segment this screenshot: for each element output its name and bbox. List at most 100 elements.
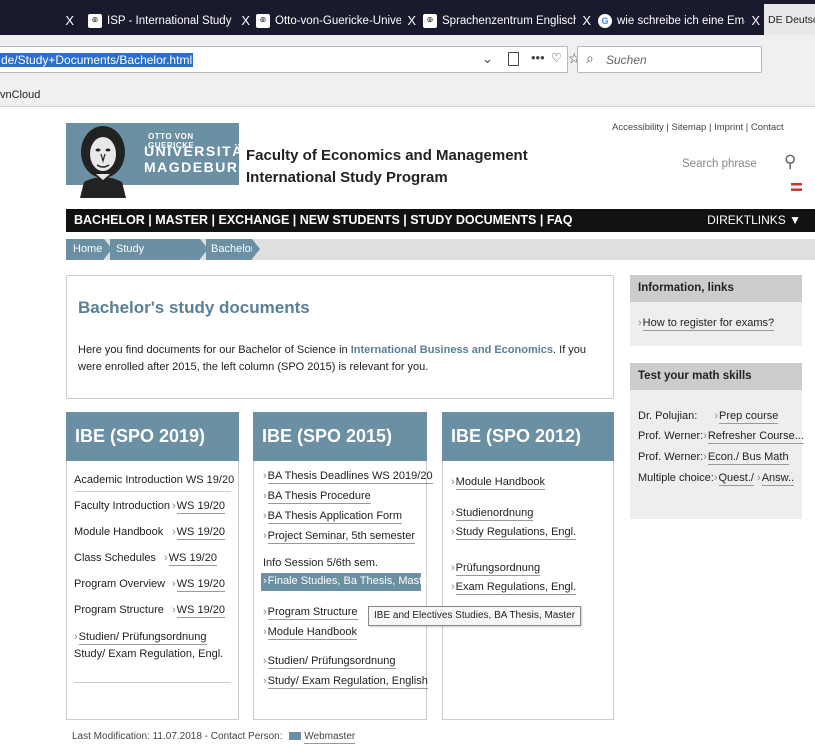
url-bar[interactable]: de/Study+Documents/Bachelor.html ⌄ ••• ♡… — [0, 46, 581, 73]
breadcrumb-bachelor[interactable]: Bachelor — [206, 239, 254, 260]
url-text[interactable]: de/Study+Documents/Bachelor.html — [0, 53, 194, 67]
university-favicon-icon: ⌾ — [256, 13, 270, 28]
doc-link[interactable]: ›Studien/ Prüfungsordnung — [263, 655, 396, 669]
column-spo-2015: IBE (SPO 2015) ›BA Thesis Deadlines WS 2… — [253, 412, 433, 720]
info-links-box: Information, links ›How to register for … — [630, 275, 802, 346]
search-icon[interactable]: ⚲ — [784, 152, 796, 172]
tab-close-icon[interactable]: X — [65, 13, 74, 28]
mail-icon — [289, 732, 302, 741]
browser-tab[interactable]: X — [0, 6, 80, 35]
doc-link[interactable]: ›BA Thesis Procedure — [263, 490, 371, 504]
doc-link-label: Study Regulations, Engl. — [455, 526, 577, 540]
ibe-link[interactable]: International Business and Economics — [351, 344, 553, 356]
more-actions-icon[interactable]: ••• — [531, 50, 545, 65]
ws-link-label: WS 19/20 — [176, 604, 225, 618]
math-row: Prof. Werner:›Refresher Course... — [638, 430, 804, 444]
doc-link[interactable]: ›BA Thesis Application Form — [263, 510, 402, 524]
math-link[interactable]: ›Refresher Course... — [703, 430, 804, 444]
doc-link[interactable]: ›Studienordnung — [451, 507, 534, 521]
row-label: Module Handbook — [74, 526, 164, 538]
register-exams-link[interactable]: ›How to register for exams? — [638, 317, 775, 331]
doc-link-label: Module Handbook — [267, 626, 357, 640]
tab-title: wie schreibe ich eine Email Stu — [617, 14, 745, 27]
doc-link-hovered[interactable]: ›Finale Studies, Ba Thesis, Master — [261, 573, 432, 591]
ws-link[interactable]: ›WS 19/20 — [172, 578, 225, 592]
tab-close-icon[interactable]: X — [241, 13, 250, 28]
study-exam-regulation-label: Study/ Exam Regulation, Engl. — [74, 648, 224, 660]
ws-link-label: WS 19/20 — [176, 578, 225, 592]
intro-text: Here you find documents for our Bachelor… — [78, 342, 608, 376]
math-link[interactable]: ›Econ./ Bus Math — [703, 451, 789, 465]
math-skills-box: Test your math skills Dr. Polujian: ›Pre… — [630, 363, 804, 519]
tab-title: ISP - International Study Progra — [107, 14, 235, 27]
column-spo-2019: IBE (SPO 2019) Academic Introduction WS … — [66, 412, 239, 720]
browser-tab[interactable]: G wie schreibe ich eine Email Stu X — [598, 6, 760, 35]
tab-title: Otto-von-Guericke-Universität — [275, 14, 402, 27]
tab-close-icon[interactable]: X — [582, 13, 591, 28]
intro-box: Bachelor's study documents Here you find… — [66, 275, 614, 399]
ws-link[interactable]: ›WS 19/20 — [172, 500, 225, 514]
university-favicon-icon: ⌾ — [88, 13, 102, 28]
math-link[interactable]: ›Quest./ — [714, 472, 754, 486]
browser-tab[interactable]: ⌾ Otto-von-Guericke-Universität X — [256, 6, 416, 35]
breadcrumb: Home Study Documents Bachelor — [66, 239, 815, 276]
math-link[interactable]: ›Prep course — [714, 410, 779, 424]
browser-tab[interactable]: ⌾ Sprachenzentrum Englisch (UN X — [423, 6, 591, 35]
doc-link[interactable]: ›Prüfungsordnung — [451, 562, 541, 576]
doc-link-label: Studienordnung — [455, 507, 534, 521]
doc-link-label: BA Thesis Procedure — [267, 490, 371, 504]
direktlinks-menu[interactable]: DIREKTLINKS ▼ — [707, 213, 801, 227]
program-title: International Study Program — [246, 169, 448, 186]
doc-link[interactable]: ›BA Thesis Deadlines WS 2019/20 — [263, 470, 433, 484]
math-link-label: Econ./ Bus Math — [707, 451, 789, 465]
university-logo[interactable]: OTTO VON GUERICKE UNIVERSITÄT MAGDEBURG — [66, 123, 252, 198]
math-link-label: Answ.. — [761, 472, 795, 486]
column-title: IBE (SPO 2015) — [253, 412, 427, 461]
doc-link-label: Study/ Exam Regulation, English — [267, 675, 428, 689]
doc-link[interactable]: ›Exam Regulations, Engl. — [451, 581, 577, 595]
ws-link[interactable]: ›WS 19/20 — [172, 526, 225, 540]
browser-search-input[interactable]: ⌕ Suchen — [577, 46, 762, 73]
row-label: Program Overview — [74, 578, 166, 590]
ws-link-label: WS 19/20 — [176, 500, 225, 514]
browser-toolbar: de/Study+Documents/Bachelor.html ⌄ ••• ♡… — [0, 35, 815, 85]
search-placeholder: Suchen — [606, 53, 647, 67]
ws-link[interactable]: ›WS 19/20 — [172, 604, 225, 618]
browser-tab-active[interactable]: DE Deutsch — [764, 4, 815, 35]
top-links[interactable]: Accessibility | Sitemap | Imprint | Cont… — [612, 122, 784, 133]
chevron-down-icon[interactable]: ⌄ — [482, 51, 493, 67]
math-link-label: Quest./ — [718, 472, 754, 486]
doc-link[interactable]: ›Module Handbook — [263, 626, 357, 640]
tab-close-icon[interactable]: X — [407, 13, 416, 28]
doc-link[interactable]: ›Program Structure — [263, 606, 358, 620]
main-nav-items[interactable]: BACHELOR | MASTER | EXCHANGE | NEW STUDE… — [74, 213, 573, 227]
bookmark-item[interactable]: vnCloud — [0, 89, 40, 101]
doc-link[interactable]: ›Study/ Exam Regulation, English — [263, 675, 428, 689]
doc-link-label: Exam Regulations, Engl. — [455, 581, 577, 595]
url-value: de/Study+Documents/Bachelor.html — [0, 53, 194, 67]
math-link[interactable]: ›Answ.. — [757, 472, 795, 486]
webmaster-link[interactable]: Webmaster — [304, 731, 356, 744]
register-exams-label: How to register for exams? — [642, 317, 775, 331]
browser-tab[interactable]: ⌾ ISP - International Study Progra X — [88, 6, 250, 35]
row-label: Program Structure — [74, 604, 164, 616]
pocket-icon[interactable]: ♡ — [551, 51, 562, 65]
doc-link[interactable]: ›Module Handbook — [451, 476, 545, 490]
tab-close-icon[interactable]: X — [751, 13, 760, 28]
search-icon: ⌕ — [586, 50, 594, 66]
doc-link-label: Project Seminar, 5th semester — [267, 530, 416, 544]
doc-link[interactable]: ›Project Seminar, 5th semester — [263, 530, 416, 544]
breadcrumb-study-documents[interactable]: Study Documents — [110, 239, 200, 276]
site-search-input[interactable]: Search phrase — [682, 158, 757, 170]
row-label: Class Schedules — [74, 552, 156, 564]
language-flag-icon[interactable] — [791, 183, 802, 191]
doc-link[interactable]: ›Study Regulations, Engl. — [451, 526, 577, 540]
studien-link[interactable]: ›Studien/ Prüfungsordnung — [74, 631, 207, 645]
breadcrumb-home[interactable]: Home — [66, 239, 104, 260]
ws-link[interactable]: ›WS 19/20 — [164, 552, 217, 566]
column-spo-2012: IBE (SPO 2012) ›Module Handbook ›Studien… — [442, 412, 614, 720]
info-session-label: Info Session 5/6th sem. — [263, 557, 378, 569]
reader-view-icon[interactable] — [508, 52, 519, 66]
math-row: Prof. Werner:›Econ./ Bus Math — [638, 451, 789, 465]
divider — [74, 682, 231, 683]
